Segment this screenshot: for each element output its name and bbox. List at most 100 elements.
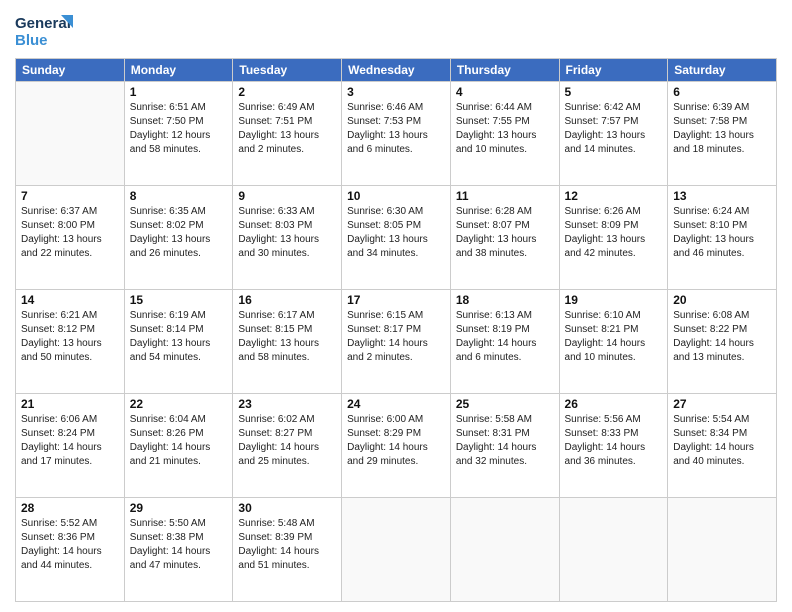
calendar-cell: 18 Sunrise: 6:13 AM Sunset: 8:19 PM Dayli… bbox=[450, 290, 559, 394]
day-number: 13 bbox=[673, 189, 771, 203]
day-number: 17 bbox=[347, 293, 445, 307]
calendar-cell bbox=[668, 498, 777, 602]
day-number: 24 bbox=[347, 397, 445, 411]
calendar-cell: 2 Sunrise: 6:49 AM Sunset: 7:51 PM Daylig… bbox=[233, 82, 342, 186]
day-number: 12 bbox=[565, 189, 663, 203]
day-info: Sunrise: 6:10 AM Sunset: 8:21 PM Dayligh… bbox=[565, 309, 663, 365]
calendar-cell: 7 Sunrise: 6:37 AM Sunset: 8:00 PM Daylig… bbox=[16, 186, 125, 290]
day-number: 18 bbox=[456, 293, 554, 307]
day-number: 4 bbox=[456, 85, 554, 99]
weekday-header: Monday bbox=[124, 59, 233, 82]
calendar-cell: 9 Sunrise: 6:33 AM Sunset: 8:03 PM Daylig… bbox=[233, 186, 342, 290]
calendar-cell: 4 Sunrise: 6:44 AM Sunset: 7:55 PM Daylig… bbox=[450, 82, 559, 186]
day-number: 30 bbox=[238, 501, 336, 515]
day-number: 2 bbox=[238, 85, 336, 99]
calendar-cell: 28 Sunrise: 5:52 AM Sunset: 8:36 PM Dayli… bbox=[16, 498, 125, 602]
calendar-cell bbox=[559, 498, 668, 602]
calendar-week-row: 1Sunrise: 6:51 AM Sunset: 7:50 PM Daylig… bbox=[16, 82, 777, 186]
day-info: Sunrise: 5:48 AM Sunset: 8:39 PM Dayligh… bbox=[238, 517, 336, 573]
page: GeneralBlue SundayMondayTuesdayWednesday… bbox=[0, 0, 792, 612]
day-info: Sunrise: 6:00 AM Sunset: 8:29 PM Dayligh… bbox=[347, 413, 445, 469]
day-info: Sunrise: 6:49 AM Sunset: 7:51 PM Dayligh… bbox=[238, 101, 336, 157]
weekday-header: Tuesday bbox=[233, 59, 342, 82]
day-number: 7 bbox=[21, 189, 119, 203]
day-number: 16 bbox=[238, 293, 336, 307]
calendar-cell: 13 Sunrise: 6:24 AM Sunset: 8:10 PM Dayli… bbox=[668, 186, 777, 290]
day-number: 10 bbox=[347, 189, 445, 203]
day-info: Sunrise: 6:30 AM Sunset: 8:05 PM Dayligh… bbox=[347, 205, 445, 261]
day-info: Sunrise: 6:13 AM Sunset: 8:19 PM Dayligh… bbox=[456, 309, 554, 365]
day-number: 29 bbox=[130, 501, 228, 515]
logo-svg: GeneralBlue bbox=[15, 10, 75, 50]
day-info: Sunrise: 6:26 AM Sunset: 8:09 PM Dayligh… bbox=[565, 205, 663, 261]
day-info: Sunrise: 6:17 AM Sunset: 8:15 PM Dayligh… bbox=[238, 309, 336, 365]
calendar-cell: 30 Sunrise: 5:48 AM Sunset: 8:39 PM Dayli… bbox=[233, 498, 342, 602]
calendar-cell: 19 Sunrise: 6:10 AM Sunset: 8:21 PM Dayli… bbox=[559, 290, 668, 394]
day-info: Sunrise: 6:21 AM Sunset: 8:12 PM Dayligh… bbox=[21, 309, 119, 365]
day-info: Sunrise: 6:08 AM Sunset: 8:22 PM Dayligh… bbox=[673, 309, 771, 365]
day-info: Sunrise: 6:19 AM Sunset: 8:14 PM Dayligh… bbox=[130, 309, 228, 365]
day-info: Sunrise: 6:42 AM Sunset: 7:57 PM Dayligh… bbox=[565, 101, 663, 157]
day-number: 23 bbox=[238, 397, 336, 411]
day-number: 9 bbox=[238, 189, 336, 203]
calendar-cell: 8 Sunrise: 6:35 AM Sunset: 8:02 PM Daylig… bbox=[124, 186, 233, 290]
calendar-cell: 1Sunrise: 6:51 AM Sunset: 7:50 PM Daylig… bbox=[124, 82, 233, 186]
calendar-cell: 11 Sunrise: 6:28 AM Sunset: 8:07 PM Dayli… bbox=[450, 186, 559, 290]
day-number: 19 bbox=[565, 293, 663, 307]
calendar-cell: 22Sunrise: 6:04 AM Sunset: 8:26 PM Dayli… bbox=[124, 394, 233, 498]
calendar-week-row: 28 Sunrise: 5:52 AM Sunset: 8:36 PM Dayli… bbox=[16, 498, 777, 602]
calendar-cell: 17Sunrise: 6:15 AM Sunset: 8:17 PM Dayli… bbox=[342, 290, 451, 394]
calendar-cell: 24 Sunrise: 6:00 AM Sunset: 8:29 PM Dayli… bbox=[342, 394, 451, 498]
day-info: Sunrise: 6:37 AM Sunset: 8:00 PM Dayligh… bbox=[21, 205, 119, 261]
header: GeneralBlue bbox=[15, 10, 777, 50]
day-info: Sunrise: 5:54 AM Sunset: 8:34 PM Dayligh… bbox=[673, 413, 771, 469]
day-number: 3 bbox=[347, 85, 445, 99]
calendar-cell: 29 Sunrise: 5:50 AM Sunset: 8:38 PM Dayli… bbox=[124, 498, 233, 602]
day-info: Sunrise: 6:44 AM Sunset: 7:55 PM Dayligh… bbox=[456, 101, 554, 157]
calendar-cell: 20 Sunrise: 6:08 AM Sunset: 8:22 PM Dayli… bbox=[668, 290, 777, 394]
svg-text:Blue: Blue bbox=[15, 32, 48, 49]
weekday-header: Thursday bbox=[450, 59, 559, 82]
day-number: 26 bbox=[565, 397, 663, 411]
day-number: 11 bbox=[456, 189, 554, 203]
day-info: Sunrise: 5:56 AM Sunset: 8:33 PM Dayligh… bbox=[565, 413, 663, 469]
day-number: 20 bbox=[673, 293, 771, 307]
day-info: Sunrise: 6:04 AM Sunset: 8:26 PM Dayligh… bbox=[130, 413, 228, 469]
calendar-cell: 3 Sunrise: 6:46 AM Sunset: 7:53 PM Daylig… bbox=[342, 82, 451, 186]
weekday-header: Sunday bbox=[16, 59, 125, 82]
day-info: Sunrise: 6:24 AM Sunset: 8:10 PM Dayligh… bbox=[673, 205, 771, 261]
calendar-cell bbox=[342, 498, 451, 602]
calendar-cell: 12 Sunrise: 6:26 AM Sunset: 8:09 PM Dayli… bbox=[559, 186, 668, 290]
calendar-cell bbox=[16, 82, 125, 186]
day-info: Sunrise: 6:28 AM Sunset: 8:07 PM Dayligh… bbox=[456, 205, 554, 261]
calendar-cell: 21 Sunrise: 6:06 AM Sunset: 8:24 PM Dayli… bbox=[16, 394, 125, 498]
calendar-cell bbox=[450, 498, 559, 602]
day-info: Sunrise: 6:39 AM Sunset: 7:58 PM Dayligh… bbox=[673, 101, 771, 157]
calendar-week-row: 21 Sunrise: 6:06 AM Sunset: 8:24 PM Dayli… bbox=[16, 394, 777, 498]
calendar-cell: 10 Sunrise: 6:30 AM Sunset: 8:05 PM Dayli… bbox=[342, 186, 451, 290]
calendar-table: SundayMondayTuesdayWednesdayThursdayFrid… bbox=[15, 58, 777, 602]
calendar-cell: 6 Sunrise: 6:39 AM Sunset: 7:58 PM Daylig… bbox=[668, 82, 777, 186]
day-info: Sunrise: 5:50 AM Sunset: 8:38 PM Dayligh… bbox=[130, 517, 228, 573]
weekday-header: Friday bbox=[559, 59, 668, 82]
day-number: 6 bbox=[673, 85, 771, 99]
day-info: Sunrise: 5:58 AM Sunset: 8:31 PM Dayligh… bbox=[456, 413, 554, 469]
calendar-header-row: SundayMondayTuesdayWednesdayThursdayFrid… bbox=[16, 59, 777, 82]
day-info: Sunrise: 6:33 AM Sunset: 8:03 PM Dayligh… bbox=[238, 205, 336, 261]
day-info: Sunrise: 6:02 AM Sunset: 8:27 PM Dayligh… bbox=[238, 413, 336, 469]
day-number: 28 bbox=[21, 501, 119, 515]
day-number: 1 bbox=[130, 85, 228, 99]
day-info: Sunrise: 6:46 AM Sunset: 7:53 PM Dayligh… bbox=[347, 101, 445, 157]
calendar-week-row: 14 Sunrise: 6:21 AM Sunset: 8:12 PM Dayli… bbox=[16, 290, 777, 394]
day-info: Sunrise: 6:35 AM Sunset: 8:02 PM Dayligh… bbox=[130, 205, 228, 261]
day-info: Sunrise: 6:06 AM Sunset: 8:24 PM Dayligh… bbox=[21, 413, 119, 469]
calendar-cell: 26 Sunrise: 5:56 AM Sunset: 8:33 PM Dayli… bbox=[559, 394, 668, 498]
calendar-cell: 27 Sunrise: 5:54 AM Sunset: 8:34 PM Dayli… bbox=[668, 394, 777, 498]
day-info: Sunrise: 5:52 AM Sunset: 8:36 PM Dayligh… bbox=[21, 517, 119, 573]
weekday-header: Saturday bbox=[668, 59, 777, 82]
day-number: 27 bbox=[673, 397, 771, 411]
day-number: 21 bbox=[21, 397, 119, 411]
day-number: 8 bbox=[130, 189, 228, 203]
logo: GeneralBlue bbox=[15, 10, 75, 50]
day-number: 14 bbox=[21, 293, 119, 307]
